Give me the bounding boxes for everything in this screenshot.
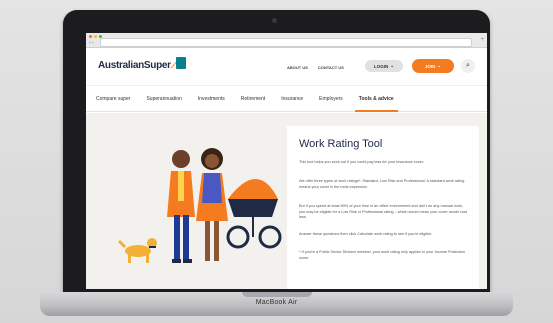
nav-retirement[interactable]: Retirement <box>241 85 265 112</box>
woman-figure <box>196 148 228 261</box>
nav-employers[interactable]: Employers <box>319 85 343 112</box>
page-title: Work Rating Tool <box>299 138 383 150</box>
new-tab-icon[interactable]: + <box>480 37 484 43</box>
ratings-text: We offer three types of work ratings*: S… <box>299 179 465 189</box>
pram-icon <box>226 179 282 249</box>
chevron-down-icon: ⌄ <box>390 63 395 68</box>
man-figure <box>167 150 195 263</box>
nav-insurance[interactable]: Insurance <box>281 85 303 112</box>
back-forward-icon[interactable]: ‹ › <box>89 40 94 46</box>
browser-screen: ‹ › + AustralianSuper⟋ ABOUT US CONTACT … <box>86 33 487 289</box>
device-brand-label: MacBook Air <box>255 299 298 306</box>
opening-notch <box>242 292 312 297</box>
footnote-text: * If you're a Public Sector Division mem… <box>299 250 466 260</box>
rating-badge-icon <box>176 57 186 69</box>
nav-superannuation[interactable]: Superannuation <box>146 85 181 112</box>
laptop-base: MacBook Air <box>40 292 513 316</box>
login-label: LOGIN <box>373 63 389 69</box>
minimize-window-icon[interactable] <box>94 35 97 38</box>
site-header: AustralianSuper⟋ ABOUT US CONTACT US LOG… <box>86 48 487 85</box>
join-label: JOIN <box>424 63 436 69</box>
search-icon[interactable]: ⌕ <box>461 59 475 73</box>
login-button[interactable]: LOGIN ⌄ <box>365 60 403 72</box>
intro-text: This tool helps you work out if you coul… <box>299 160 424 164</box>
camera-icon <box>272 18 277 23</box>
nav-tools-advice[interactable]: Tools & advice <box>354 85 398 112</box>
chevron-down-icon: ⌄ <box>437 63 442 68</box>
browser-toolbar: ‹ › + <box>86 33 487 48</box>
about-us-link[interactable]: ABOUT US <box>287 65 308 70</box>
close-window-icon[interactable] <box>89 35 92 38</box>
family-illustration <box>117 148 282 263</box>
logo-text: AustralianSuper <box>98 60 171 71</box>
address-bar[interactable] <box>100 38 472 47</box>
nav-compare-super[interactable]: Compare super <box>96 85 130 112</box>
dog-icon <box>117 238 157 263</box>
nav-investments[interactable]: Investments <box>198 85 225 112</box>
main-navigation: Compare super Superannuation Investments… <box>86 85 487 112</box>
page-content: Work Rating Tool This tool helps you wor… <box>86 113 487 289</box>
eligibility-text: But if you spend at least 80% of your ti… <box>299 204 467 220</box>
australiansuper-logo[interactable]: AustralianSuper⟋ <box>98 60 177 71</box>
contact-us-link[interactable]: CONTACT US <box>318 65 344 70</box>
join-button[interactable]: JOIN ⌄ <box>412 59 454 73</box>
top-links: ABOUT US CONTACT US <box>287 65 344 70</box>
work-rating-card: Work Rating Tool This tool helps you wor… <box>287 126 479 289</box>
instructions-text: Answer these questions then click Calcul… <box>299 232 433 236</box>
